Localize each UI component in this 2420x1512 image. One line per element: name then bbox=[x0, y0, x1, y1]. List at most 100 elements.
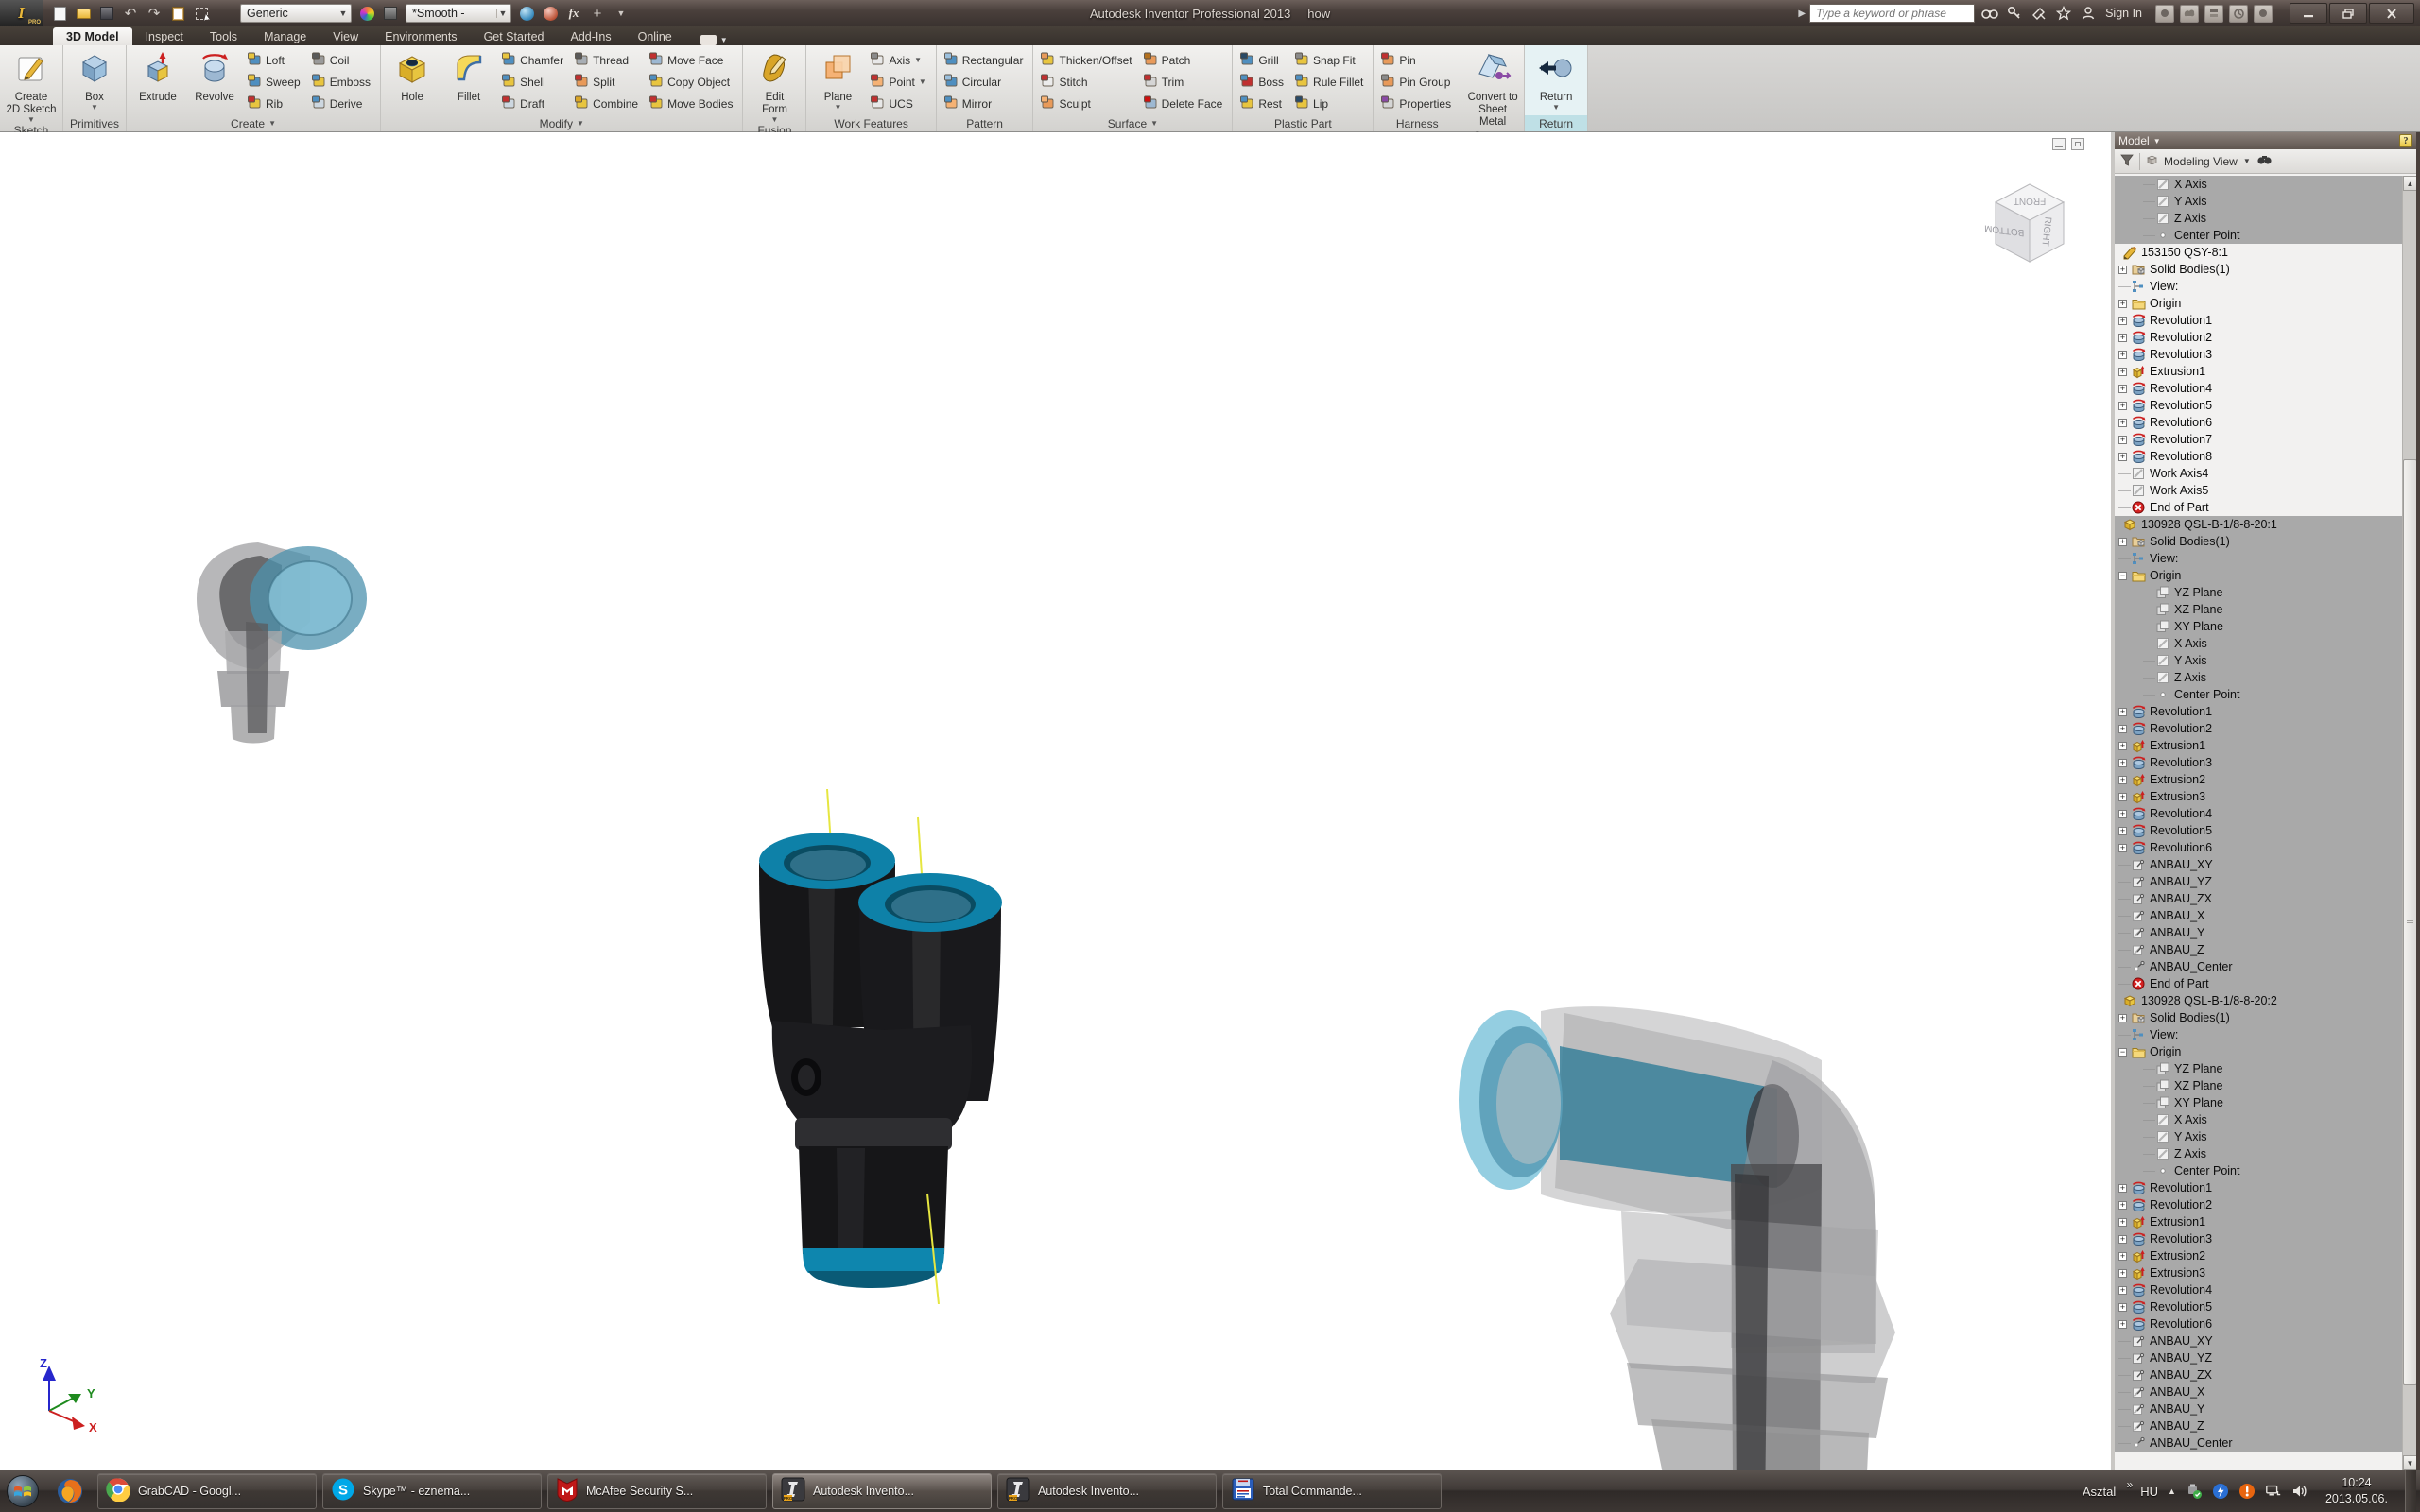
network-icon[interactable] bbox=[2265, 1483, 2282, 1500]
pin-group-button[interactable]: Pin Group bbox=[1377, 71, 1457, 93]
tree-row-revolution5[interactable]: +Revolution5 bbox=[2115, 1298, 2402, 1315]
tree-row-end-of-part[interactable]: End of Part bbox=[2115, 975, 2402, 992]
expand-toggle[interactable]: + bbox=[2118, 1320, 2127, 1329]
sweep-button[interactable]: Sweep bbox=[244, 71, 306, 93]
expand-toggle[interactable]: + bbox=[2118, 708, 2127, 716]
tree-row-xy-plane[interactable]: XY Plane bbox=[2115, 1094, 2402, 1111]
tree-row-130928-qsl-b-1-8-8-20-1[interactable]: 130928 QSL-B-1/8-8-20:1 bbox=[2115, 516, 2402, 533]
tree-row-x-axis[interactable]: X Axis bbox=[2115, 635, 2402, 652]
tree-row-solid-bodies-1[interactable]: +Solid Bodies(1) bbox=[2115, 533, 2402, 550]
tab-inspect[interactable]: Inspect bbox=[132, 27, 197, 45]
sync-icon[interactable] bbox=[2229, 5, 2248, 23]
expand-toggle[interactable]: + bbox=[2118, 385, 2127, 393]
browser-header[interactable]: Model ▼ ? bbox=[2115, 132, 2416, 149]
tree-row-revolution3[interactable]: +Revolution3 bbox=[2115, 1230, 2402, 1247]
material-dropdown[interactable]: Generic ▼ bbox=[240, 4, 352, 23]
tree-row-revolution4[interactable]: +Revolution4 bbox=[2115, 380, 2402, 397]
tab-tools[interactable]: Tools bbox=[197, 27, 251, 45]
group-label-surface[interactable]: Surface▼ bbox=[1033, 115, 1232, 131]
tree-row-view[interactable]: View: bbox=[2115, 550, 2402, 567]
expand-toggle[interactable]: + bbox=[2118, 1235, 2127, 1244]
loft-button[interactable]: Loft bbox=[244, 49, 306, 71]
tree-row-work-axis5[interactable]: Work Axis5 bbox=[2115, 482, 2402, 499]
clear-appearance-button[interactable] bbox=[540, 3, 561, 24]
tree-row-yz-plane[interactable]: YZ Plane bbox=[2115, 1060, 2402, 1077]
expand-toggle[interactable]: + bbox=[2118, 538, 2127, 546]
adjust-appearance-button[interactable] bbox=[516, 3, 537, 24]
tree-row-center-point[interactable]: Center Point bbox=[2115, 1162, 2402, 1179]
tree-row-work-axis4[interactable]: Work Axis4 bbox=[2115, 465, 2402, 482]
taskbar-button-autodesk-invento[interactable]: PROAutodesk Invento... bbox=[772, 1473, 992, 1509]
tree-row-anbau-z[interactable]: ANBAU_Z bbox=[2115, 941, 2402, 958]
info-center-icon[interactable] bbox=[2254, 5, 2273, 23]
show-desktop-button[interactable] bbox=[2405, 1470, 2416, 1512]
device-safely-remove-icon[interactable] bbox=[2186, 1483, 2203, 1500]
ucs-button[interactable]: UCS bbox=[867, 93, 931, 114]
expand-toggle[interactable]: + bbox=[2118, 810, 2127, 818]
rule-fillet-button[interactable]: Rule Fillet bbox=[1291, 71, 1369, 93]
scroll-down-button[interactable]: ▼ bbox=[2403, 1455, 2417, 1470]
fillet-button[interactable]: Fillet bbox=[441, 48, 496, 115]
mirror-button[interactable]: Mirror bbox=[941, 93, 1029, 114]
expand-toggle[interactable]: + bbox=[2118, 368, 2127, 376]
material-button[interactable] bbox=[215, 3, 235, 24]
tree-row-revolution1[interactable]: +Revolution1 bbox=[2115, 312, 2402, 329]
tree-row-anbau-zx[interactable]: ANBAU_ZX bbox=[2115, 1366, 2402, 1383]
scroll-up-button[interactable]: ▲ bbox=[2403, 176, 2417, 191]
combine-button[interactable]: Combine bbox=[571, 93, 644, 114]
volume-icon[interactable] bbox=[2291, 1483, 2308, 1500]
circular-button[interactable]: Circular bbox=[941, 71, 1029, 93]
chamfer-button[interactable]: Chamfer bbox=[498, 49, 569, 71]
expand-toggle[interactable]: + bbox=[2118, 844, 2127, 852]
expand-toggle[interactable]: + bbox=[2118, 725, 2127, 733]
move-bodies-button[interactable]: Move Bodies bbox=[646, 93, 738, 114]
expand-toggle[interactable]: + bbox=[2118, 453, 2127, 461]
exchange-apps-icon[interactable] bbox=[2155, 5, 2174, 23]
tree-row-revolution2[interactable]: +Revolution2 bbox=[2115, 1196, 2402, 1213]
thicken-offset-button[interactable]: Thicken/Offset bbox=[1037, 49, 1137, 71]
color-wheel-button[interactable] bbox=[356, 3, 377, 24]
lip-button[interactable]: Lip bbox=[1291, 93, 1369, 114]
move-face-button[interactable]: Move Face bbox=[646, 49, 738, 71]
emboss-button[interactable]: Emboss bbox=[308, 71, 376, 93]
tree-row-yz-plane[interactable]: YZ Plane bbox=[2115, 584, 2402, 601]
tab-view[interactable]: View bbox=[320, 27, 372, 45]
tree-row-x-axis[interactable]: X Axis bbox=[2115, 1111, 2402, 1128]
expand-toggle[interactable]: + bbox=[2118, 1201, 2127, 1210]
tab-online[interactable]: Online bbox=[625, 27, 685, 45]
close-button[interactable] bbox=[2369, 3, 2414, 24]
new-file-button[interactable] bbox=[49, 3, 70, 24]
browser-scrollbar[interactable]: ▲ ▼ bbox=[2402, 176, 2416, 1470]
draft-button[interactable]: Draft bbox=[498, 93, 569, 114]
open-button[interactable] bbox=[73, 3, 94, 24]
appearance-swatch[interactable] bbox=[380, 3, 401, 24]
grill-button[interactable]: Grill bbox=[1236, 49, 1289, 71]
group-label-modify[interactable]: Modify▼ bbox=[381, 115, 742, 131]
tree-row-x-axis[interactable]: X Axis bbox=[2115, 176, 2402, 193]
expand-toggle[interactable]: + bbox=[2118, 436, 2127, 444]
expand-toggle[interactable]: + bbox=[2118, 1218, 2127, 1227]
tree-row-z-axis[interactable]: Z Axis bbox=[2115, 1145, 2402, 1162]
language-indicator[interactable]: HU bbox=[2140, 1485, 2158, 1499]
expand-toggle[interactable]: + bbox=[2118, 759, 2127, 767]
tree-row-anbau-y[interactable]: ANBAU_Y bbox=[2115, 1400, 2402, 1418]
expand-toggle[interactable]: + bbox=[2118, 776, 2127, 784]
tree-row-center-point[interactable]: Center Point bbox=[2115, 686, 2402, 703]
pin-button[interactable]: Pin bbox=[1377, 49, 1457, 71]
appearance-panel-toggle[interactable]: ▼ bbox=[700, 35, 728, 45]
search-binoculars-icon[interactable] bbox=[1980, 4, 1999, 23]
browser-view-mode[interactable]: Modeling View bbox=[2164, 155, 2238, 168]
subscription-key-icon[interactable] bbox=[2005, 4, 2024, 23]
autodesk360-icon[interactable] bbox=[2180, 5, 2199, 23]
expand-toggle[interactable]: + bbox=[2118, 827, 2127, 835]
tree-row-revolution4[interactable]: +Revolution4 bbox=[2115, 1281, 2402, 1298]
parameters-button[interactable]: fx bbox=[563, 3, 584, 24]
desktop-toolbar[interactable]: Asztal » bbox=[2083, 1485, 2131, 1499]
trim-button[interactable]: Trim bbox=[1140, 71, 1229, 93]
tree-row-y-axis[interactable]: Y Axis bbox=[2115, 193, 2402, 210]
expand-toggle[interactable]: + bbox=[2118, 1252, 2127, 1261]
tree-row-anbau-x[interactable]: ANBAU_X bbox=[2115, 1383, 2402, 1400]
tree-row-center-point[interactable]: Center Point bbox=[2115, 227, 2402, 244]
collapse-toggle[interactable]: − bbox=[2118, 1048, 2127, 1057]
taskbar-button-grabcad-googl[interactable]: GrabCAD - Googl... bbox=[97, 1473, 317, 1509]
